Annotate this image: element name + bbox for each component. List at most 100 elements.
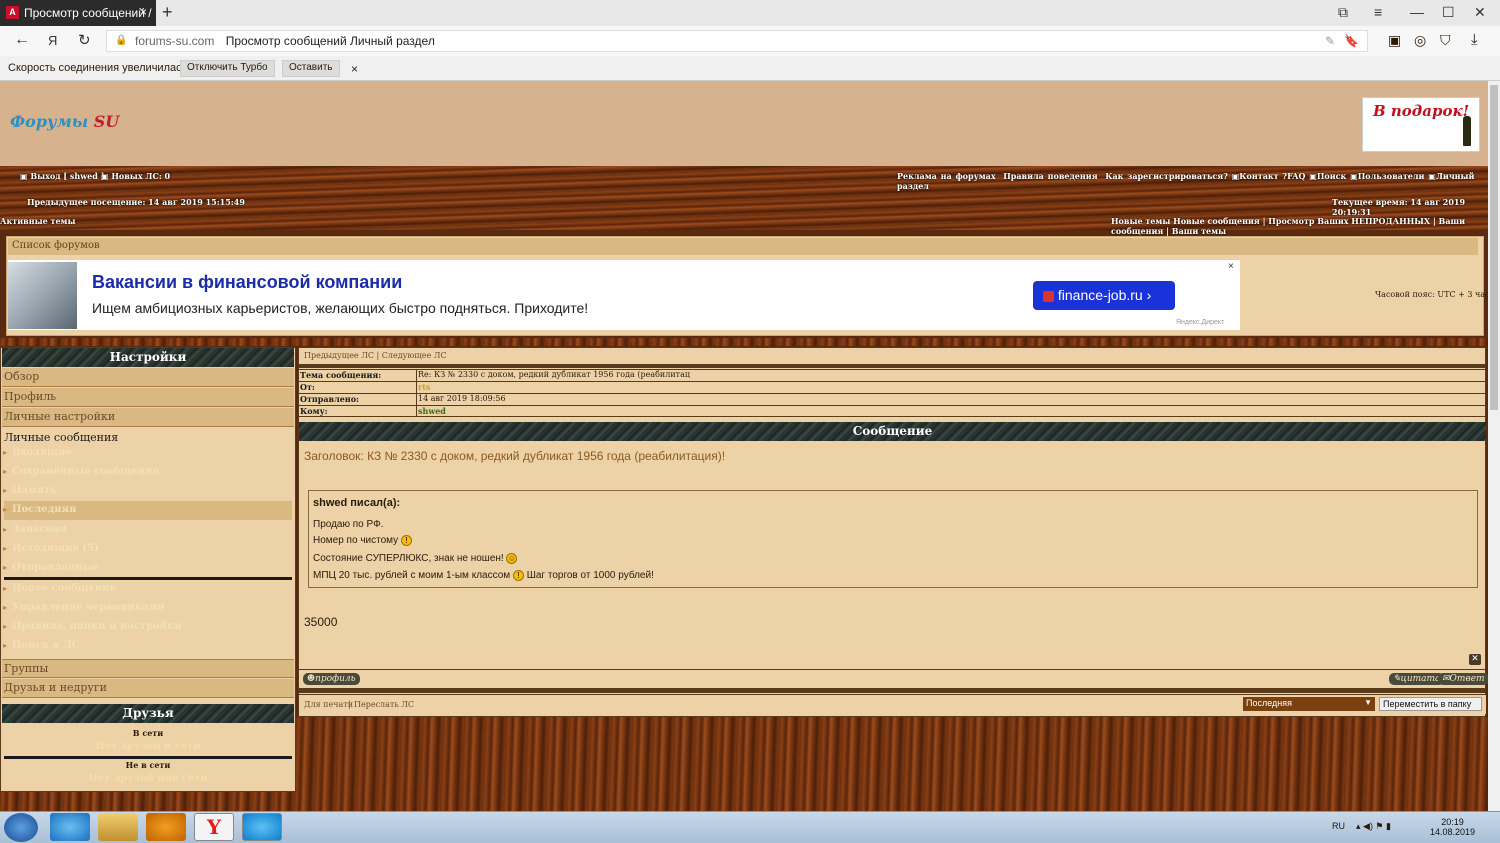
pm-folder-spare[interactable]: Запасная — [3, 524, 67, 535]
skype-icon[interactable] — [242, 813, 282, 841]
contact-link[interactable]: Контакт — [1239, 171, 1278, 181]
site-logo[interactable]: Форумы SU — [10, 112, 119, 131]
pm-folder-saved[interactable]: Сохранённые сообщения — [3, 466, 160, 477]
ad-subtitle: Ищем амбициозных карьеристов, желающих б… — [92, 300, 589, 316]
new-pm-link[interactable]: ▣ Новых ЛС: 0 — [101, 171, 170, 181]
delete-icon[interactable]: ✕ — [1469, 654, 1481, 665]
pm-folder-outbox[interactable]: Исходящие (5) — [3, 543, 99, 554]
pm-drafts[interactable]: Управление черновиками — [3, 602, 165, 613]
ad-title[interactable]: Вакансии в финансовой компании — [92, 272, 402, 293]
explorer-icon[interactable] — [98, 813, 138, 841]
maximize-icon[interactable]: ☐ — [1442, 4, 1455, 21]
new-tab-button[interactable]: + — [162, 2, 173, 23]
sent-value: 14 авг 2019 18:09:56 — [418, 394, 506, 403]
to-value[interactable]: shwed — [418, 406, 446, 416]
forum-list-link[interactable]: Список форумов — [8, 238, 1478, 255]
menu-icon[interactable]: ≡ — [1374, 4, 1382, 20]
turbo-icon[interactable]: ◎ — [1414, 32, 1426, 49]
keep-button[interactable]: Оставить — [282, 60, 340, 77]
to-label: Кому: — [300, 406, 328, 416]
protect-icon[interactable]: ✎ — [1325, 34, 1335, 48]
body-separator — [299, 669, 1486, 670]
pm-folder-memory[interactable]: Память — [3, 485, 57, 496]
prev-next-links[interactable]: Предыдущее ЛС | Следующее ЛС — [304, 351, 447, 360]
scrollbar-thumb[interactable] — [1490, 85, 1498, 410]
pm-search[interactable]: Поиск в ЛС — [3, 640, 80, 651]
disable-turbo-button[interactable]: Отключить Турбо — [180, 60, 275, 77]
folder-select[interactable]: Последняя ▼ — [1243, 697, 1375, 711]
ad-provider-label[interactable]: Яндекс.Директ — [1176, 319, 1224, 326]
download-icon[interactable]: ⤓ — [1471, 31, 1478, 48]
profile-button[interactable]: ☻профиль — [303, 673, 360, 685]
ad-button[interactable]: finance-job.ru › — [1033, 281, 1175, 310]
start-button[interactable] — [4, 813, 38, 842]
active-topics-link[interactable]: Активные темы — [0, 216, 76, 226]
mail-agent-icon[interactable] — [146, 813, 186, 841]
browser-tab[interactable]: A Просмотр сообщений / × — [0, 0, 156, 26]
users-link[interactable]: Пользователи — [1358, 171, 1425, 181]
tab-close-icon[interactable]: × — [140, 5, 147, 19]
yandex-home-icon[interactable]: Я — [48, 33, 57, 48]
current-time: Текущее время: 14 авг 2019 20:19:31 — [1332, 197, 1466, 217]
reload-icon[interactable]: ↻ — [78, 31, 91, 49]
yandex-browser-icon[interactable]: Y — [194, 813, 234, 841]
gift-banner[interactable]: В подарок! — [1362, 97, 1480, 152]
quote-button[interactable]: ✎цитата — [1389, 673, 1445, 685]
personal-icon: ▣ — [1428, 171, 1436, 181]
rules-link[interactable]: Правила поведения — [1003, 171, 1097, 181]
offline-label: Не в сети — [125, 760, 171, 770]
screenshot-icon[interactable]: ▣ — [1388, 32, 1401, 49]
from-row: От: rts — [299, 381, 1486, 393]
close-window-icon[interactable]: ✕ — [1474, 4, 1486, 21]
url-field[interactable]: 🔒 forums-su.com Просмотр сообщений Личны… — [106, 30, 1368, 52]
pm-folder-last[interactable]: Последняя — [3, 504, 76, 515]
pm-new-message[interactable]: Новое сообщение — [3, 583, 116, 594]
pm-rules-folders[interactable]: Правила, папки и настройки — [3, 621, 182, 632]
bookmark-icon[interactable]: 🔖 — [1344, 34, 1359, 48]
shield-icon[interactable]: ⛉ — [1440, 32, 1451, 49]
top-links[interactable]: Реклама на форумах Правила поведения Как… — [897, 171, 1500, 191]
forward-link[interactable]: Переслать ЛС — [354, 700, 414, 709]
quick-links[interactable]: Новые темы Новые сообщения | Просмотр Ва… — [1111, 216, 1500, 236]
tab-bar — [0, 0, 1500, 26]
minimize-icon[interactable]: — — [1410, 4, 1424, 20]
sidebar-item-groups[interactable]: Группы — [2, 659, 294, 678]
ads-link[interactable]: Реклама на форумах — [897, 171, 996, 181]
pm-folder-sent[interactable]: Отправленные — [3, 562, 99, 573]
move-to-folder-button[interactable]: Переместить в папку — [1379, 697, 1482, 711]
ad-photo[interactable] — [8, 262, 77, 329]
tabs-icon[interactable]: ⧉ — [1338, 4, 1348, 21]
reply-icon: ✉ — [1442, 674, 1450, 684]
register-help-link[interactable]: Как зарегистрироваться? — [1105, 171, 1228, 181]
wood-divider — [0, 338, 1488, 346]
wood-background — [0, 792, 296, 811]
sidebar-item-overview[interactable]: Обзор — [2, 368, 294, 387]
sidebar-item-profile[interactable]: Профиль — [2, 388, 294, 407]
logout-link[interactable]: ▣ Выход [ shwed ] — [20, 171, 104, 181]
tray-icons[interactable]: ▴ ◀) ⚑ ▮ — [1356, 821, 1391, 832]
site-favicon-icon: A — [6, 6, 19, 19]
pm-folder-inbox[interactable]: Входящие — [3, 447, 72, 458]
search-link[interactable]: Поиск — [1317, 171, 1346, 181]
ie-icon[interactable] — [50, 813, 90, 841]
language-indicator[interactable]: RU — [1332, 821, 1345, 831]
faq-link[interactable]: FAQ — [1287, 171, 1305, 181]
back-icon[interactable]: ← — [14, 31, 30, 49]
ad-close-icon[interactable]: × — [1228, 261, 1234, 272]
reply-button[interactable]: ✉Ответ — [1438, 673, 1489, 685]
no-friends-online: Нет друзей в сети — [95, 741, 201, 752]
infobar-close-icon[interactable]: × — [351, 62, 358, 76]
wood-background — [296, 717, 1488, 811]
footer-separator — [299, 688, 1486, 693]
lock-icon[interactable]: 🔒 — [115, 35, 127, 46]
quote-block: shwed писал(а): Продаю по РФ. Номер по ч… — [308, 490, 1478, 588]
sidebar-item-pm[interactable]: Личные сообщения — [4, 431, 118, 444]
print-link[interactable]: Для печати — [304, 700, 353, 709]
to-row: Кому: shwed — [299, 405, 1486, 417]
sent-row: Отправлено: 14 авг 2019 18:09:56 — [299, 393, 1486, 405]
clock[interactable]: 20:19 14.08.2019 — [1430, 817, 1475, 837]
from-value[interactable]: rts — [418, 382, 430, 392]
sidebar-item-personal-settings[interactable]: Личные настройки — [2, 408, 294, 427]
message-body-price: 35000 — [304, 615, 338, 629]
sidebar-item-friends-foes[interactable]: Друзья и недруги — [2, 679, 294, 698]
